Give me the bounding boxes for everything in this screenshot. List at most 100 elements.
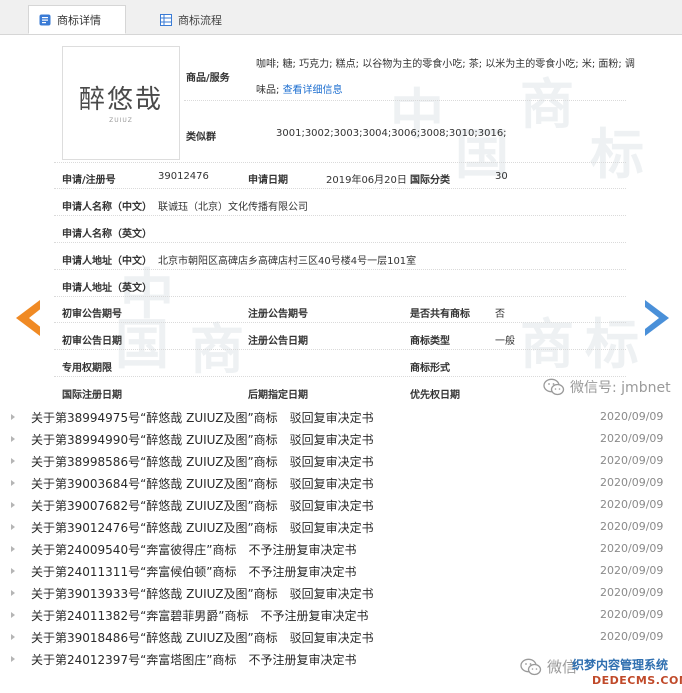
decision-title-link[interactable]: 关于第38994990号“醉悠哉 ZUIUZ及图”商标 驳回复审决定书 [31, 431, 374, 448]
wechat-icon [543, 378, 565, 396]
divider [54, 242, 626, 243]
similar-group-label: 类似群 [186, 132, 216, 143]
triangle-bullet-icon [11, 502, 15, 508]
tab-trademark-details[interactable]: 商标详情 [28, 5, 126, 34]
decision-date: 2020/09/09 [600, 520, 664, 533]
list-item[interactable]: 关于第39003684号“醉悠哉 ZUIUZ及图”商标 驳回复审决定书 2020… [0, 472, 682, 494]
tab-label: 商标流程 [178, 13, 222, 27]
watermark-char: 标 [585, 312, 639, 376]
wechat-watermark-bottom: 微信 [520, 656, 577, 677]
priority-label: 优先权日期 [410, 390, 460, 401]
decision-title-link[interactable]: 关于第39018486号“醉悠哉 ZUIUZ及图”商标 驳回复审决定书 [31, 629, 374, 646]
reg-no-label: 申请/注册号 [62, 175, 116, 186]
prelim-no-label: 初审公告期号 [62, 309, 122, 320]
decision-title-link[interactable]: 关于第24012397号“奔富塔图庄”商标 不予注册复审决定书 [31, 651, 357, 668]
decision-title-link[interactable]: 关于第39013933号“醉悠哉 ZUIUZ及图”商标 驳回复审决定书 [31, 585, 374, 602]
decision-date: 2020/09/09 [600, 476, 664, 489]
divider [54, 162, 626, 163]
view-details-link[interactable]: 查看详细信息 [283, 85, 343, 96]
triangle-bullet-icon [11, 436, 15, 442]
list-item[interactable]: 关于第39013933号“醉悠哉 ZUIUZ及图”商标 驳回复审决定书 2020… [0, 582, 682, 604]
list-item[interactable]: 关于第24009540号“奔富彼得庄”商标 不予注册复审决定书 2020/09/… [0, 538, 682, 560]
reg-no-value: 39012476 [158, 171, 209, 182]
divider [184, 100, 626, 101]
type-value: 一般 [495, 336, 515, 347]
applicant-cn-label: 申请人名称（中文） [62, 202, 152, 213]
list-item[interactable]: 关于第39007682号“醉悠哉 ZUIUZ及图”商标 驳回复审决定书 2020… [0, 494, 682, 516]
decision-title-link[interactable]: 关于第38998586号“醉悠哉 ZUIUZ及图”商标 驳回复审决定书 [31, 453, 374, 470]
list-item[interactable]: 关于第24011311号“奔富候伯顿”商标 不予注册复审决定书 2020/09/… [0, 560, 682, 582]
decision-date: 2020/09/09 [600, 564, 664, 577]
chevron-right-icon-cut [645, 307, 659, 329]
decision-date: 2020/09/09 [600, 410, 664, 423]
decision-date: 2020/09/09 [600, 542, 664, 555]
decision-date: 2020/09/09 [600, 454, 664, 467]
divider [54, 296, 626, 297]
trademark-logo-sub: ZUIUZ [109, 117, 133, 124]
list-item[interactable]: 关于第39018486号“醉悠哉 ZUIUZ及图”商标 驳回复审决定书 2020… [0, 626, 682, 648]
apply-date-label: 申请日期 [248, 175, 288, 186]
list-item[interactable]: 关于第24011382号“奔富碧菲男爵”商标 不予注册复审决定书 2020/09… [0, 604, 682, 626]
decision-date: 2020/09/09 [600, 498, 664, 511]
list-item[interactable]: 关于第38998586号“醉悠哉 ZUIUZ及图”商标 驳回复审决定书 2020… [0, 450, 682, 472]
goods-text-cont: 味品; 查看详细信息 [256, 81, 343, 96]
triangle-bullet-icon [11, 634, 15, 640]
apply-date-value: 2019年06月20日 [326, 175, 407, 186]
decision-title-link[interactable]: 关于第39003684号“醉悠哉 ZUIUZ及图”商标 驳回复审决定书 [31, 475, 374, 492]
tab-trademark-process[interactable]: 商标流程 [150, 5, 246, 34]
watermark-char: 商 [520, 312, 574, 376]
triangle-bullet-icon [11, 568, 15, 574]
triangle-bullet-icon [11, 480, 15, 486]
wechat-watermark: 微信号: jmbnet [543, 377, 671, 397]
triangle-bullet-icon [11, 612, 15, 618]
prelim-date-label: 初审公告日期 [62, 336, 122, 347]
decision-title-link[interactable]: 关于第39012476号“醉悠哉 ZUIUZ及图”商标 驳回复审决定书 [31, 519, 374, 536]
wechat-icon [520, 658, 542, 675]
shared-label: 是否共有商标 [410, 309, 470, 320]
later-date-label: 后期指定日期 [248, 390, 308, 401]
decision-title-link[interactable]: 关于第24011382号“奔富碧菲男爵”商标 不予注册复审决定书 [31, 607, 369, 624]
triangle-bullet-icon [11, 458, 15, 464]
address-en-label: 申请人地址（英文） [62, 283, 152, 294]
triangle-bullet-icon [11, 524, 15, 530]
site-badge-title: 织梦内容管理系统 [572, 658, 669, 672]
exclusive-label: 专用权期限 [62, 363, 112, 374]
intl-class-value: 30 [495, 171, 508, 182]
reg-pub-date-label: 注册公告日期 [248, 336, 308, 347]
goods-text: 咖啡; 糖; 巧克力; 糕点; 以谷物为主的零食小吃; 茶; 以米为主的零食小吃… [256, 59, 635, 70]
trademark-detail-panel: 商标详情 商标流程 中 国 商 标 中 国 商 商 标 醉悠哉 ZUIUZ 商品… [0, 0, 682, 403]
divider [54, 188, 626, 189]
divider [54, 215, 626, 216]
list-item[interactable]: 关于第38994990号“醉悠哉 ZUIUZ及图”商标 驳回复审决定书 2020… [0, 428, 682, 450]
decision-title-link[interactable]: 关于第24009540号“奔富彼得庄”商标 不予注册复审决定书 [31, 541, 357, 558]
tab-label: 商标详情 [57, 13, 101, 27]
list-item[interactable]: 关于第38994975号“醉悠哉 ZUIUZ及图”商标 驳回复审决定书 2020… [0, 406, 682, 428]
divider [54, 269, 626, 270]
site-badge: 织梦内容管理系统 DEDECMS.COM [572, 650, 682, 693]
decision-title-link[interactable]: 关于第39007682号“醉悠哉 ZUIUZ及图”商标 驳回复审决定书 [31, 497, 374, 514]
address-cn-value: 北京市朝阳区高碑店乡高碑店村三区40号楼4号一层101室 [158, 256, 417, 267]
applicant-cn-value: 联诚珏（北京）文化传播有限公司 [158, 202, 308, 213]
reg-pub-no-label: 注册公告期号 [248, 309, 308, 320]
triangle-bullet-icon [11, 590, 15, 596]
intl-date-label: 国际注册日期 [62, 390, 122, 401]
decision-date: 2020/09/09 [600, 432, 664, 445]
applicant-en-label: 申请人名称（英文） [62, 229, 152, 240]
address-cn-label: 申请人地址（中文） [62, 256, 152, 267]
decision-title-link[interactable]: 关于第24011311号“奔富候伯顿”商标 不予注册复审决定书 [31, 563, 357, 580]
goods-label: 商品/服务 [186, 73, 230, 84]
goods-text-tail: 味品; [256, 85, 280, 96]
divider [54, 322, 626, 323]
list-item[interactable]: 关于第39012476号“醉悠哉 ZUIUZ及图”商标 驳回复审决定书 2020… [0, 516, 682, 538]
site-badge-domain: DEDECMS.COM [592, 674, 682, 687]
decision-title-link[interactable]: 关于第38994975号“醉悠哉 ZUIUZ及图”商标 驳回复审决定书 [31, 409, 374, 426]
similar-group-value: 3001;3002;3003;3004;3006;3008;3010;3016; [276, 128, 507, 139]
trademark-image[interactable]: 醉悠哉 ZUIUZ [62, 46, 180, 160]
form-label: 商标形式 [410, 363, 450, 374]
intl-class-label: 国际分类 [410, 175, 450, 186]
divider [54, 376, 626, 377]
watermark-char: 标 [590, 122, 644, 186]
wechat-id-text: 微信号: jmbnet [570, 380, 671, 396]
triangle-bullet-icon [11, 546, 15, 552]
decision-date: 2020/09/09 [600, 630, 664, 643]
